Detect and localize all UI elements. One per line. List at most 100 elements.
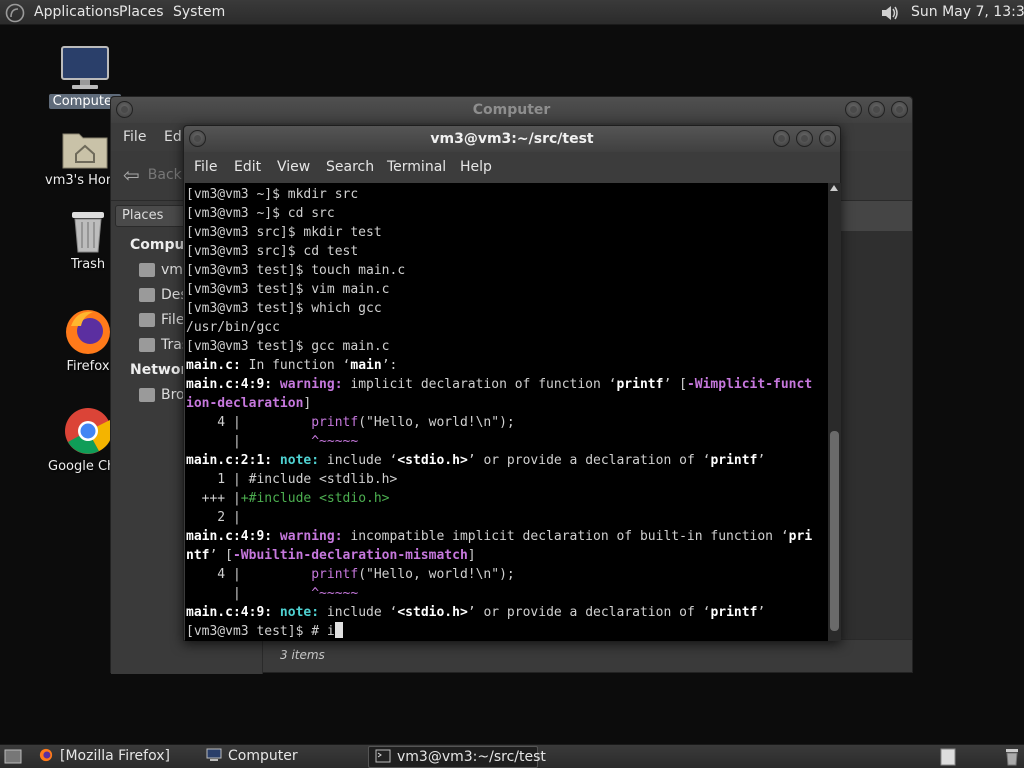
terminal-output[interactable]: [vm3@vm3 ~]$ mkdir src [vm3@vm3 ~]$ cd sr… (185, 183, 828, 641)
home-folder-icon (62, 133, 108, 169)
terminal-line: main.c: In function ‘main’: (186, 356, 812, 375)
terminal-text: implicit declaration of function ‘ (342, 377, 617, 392)
trash-icon (139, 338, 155, 352)
terminal-text: include ‘ (319, 453, 398, 468)
terminal-line: [vm3@vm3 ~]$ cd src (186, 204, 812, 223)
terminal-text: printf (616, 377, 664, 392)
task-label: vm3@vm3:~/src/test (397, 749, 546, 765)
terminal-text: | (186, 434, 312, 449)
task-firefox[interactable]: [Mozilla Firefox] (32, 746, 176, 768)
terminal-text: printf (311, 415, 359, 430)
show-desktop-icon[interactable] (4, 749, 22, 764)
terminal-text: incompatible implicit declaration of bui… (342, 529, 789, 544)
back-button[interactable]: ⇦ Back (123, 163, 182, 187)
term-menu-help[interactable]: Help (460, 159, 492, 175)
monitor-icon (206, 748, 222, 761)
terminal-text: main.c:4:9: (186, 377, 273, 392)
terminal-line: [vm3@vm3 test]$ touch main.c (186, 261, 812, 280)
terminal-text: main.c:2:1: (186, 453, 273, 468)
task-label: Computer (228, 748, 298, 764)
workspace-switcher-icon[interactable] (940, 748, 956, 766)
terminal-line: ion-declaration] (186, 394, 812, 413)
term-menu-terminal[interactable]: Terminal (387, 159, 446, 175)
terminal-text: <stdio.h> (397, 453, 468, 468)
file-manager-title: Computer (472, 102, 551, 118)
back-label: Back (147, 167, 182, 183)
terminal-line: | ^~~~~~ (186, 432, 812, 451)
terminal-line: [vm3@vm3 src]$ mkdir test (186, 223, 812, 242)
term-menu-file[interactable]: File (194, 159, 217, 175)
minimize-button[interactable] (773, 130, 790, 147)
terminal-text: [vm3@vm3 ~]$ cd src (186, 206, 335, 221)
task-computer[interactable]: Computer (200, 746, 304, 768)
status-item-count: 3 items (280, 648, 325, 662)
term-menu-view[interactable]: View (277, 159, 310, 175)
terminal-title: vm3@vm3:~/src/test (430, 131, 594, 147)
terminal-text: warning: (279, 377, 343, 392)
menu-system[interactable]: System (173, 4, 225, 20)
maximize-button[interactable] (796, 130, 813, 147)
terminal-lines: [vm3@vm3 ~]$ mkdir src [vm3@vm3 ~]$ cd sr… (186, 185, 812, 641)
task-terminal[interactable]: vm3@vm3:~/src/test (368, 746, 546, 768)
terminal-text: ] (303, 396, 312, 411)
terminal-text: ’ [ (663, 377, 687, 392)
terminal-line: [vm3@vm3 ~]$ mkdir src (186, 185, 812, 204)
terminal-text: [vm3@vm3 test]$ touch main.c (186, 263, 406, 278)
terminal-text: printf (311, 567, 359, 582)
file-manager-titlebar[interactable]: Computer (111, 97, 912, 123)
terminal-text: ^~~~~~ (311, 586, 359, 601)
firefox-icon (66, 310, 110, 354)
terminal-line: /usr/bin/gcc (186, 318, 812, 337)
scroll-up-arrow-icon[interactable] (830, 185, 838, 191)
clock[interactable]: Sun May 7, 13:33 (911, 4, 1024, 20)
terminal-text: | (186, 586, 312, 601)
terminal-line: main.c:4:9: warning: incompatible implic… (186, 527, 812, 546)
terminal-text: ntf (186, 548, 210, 563)
terminal-text: main (350, 358, 382, 373)
term-menu-edit[interactable]: Edit (234, 159, 261, 175)
terminal-text: warning: (279, 529, 343, 544)
trash-applet-icon[interactable] (1003, 747, 1021, 767)
firefox-icon (39, 748, 53, 762)
file-manager-statusbar: 3 items (264, 639, 912, 672)
terminal-line: [vm3@vm3 test]$ # i (186, 622, 812, 641)
terminal-text: 4 | (186, 415, 312, 430)
terminal-text: +++ | (186, 491, 241, 506)
terminal-text: [vm3@vm3 test]$ vim main.c (186, 282, 390, 297)
terminal-line: | ^~~~~~ (186, 584, 812, 603)
terminal-text: ’ (757, 605, 766, 620)
terminal-text: -Wimplicit-funct (686, 377, 813, 392)
terminal-titlebar[interactable]: vm3@vm3:~/src/test (184, 126, 840, 152)
task-label: [Mozilla Firefox] (60, 748, 170, 764)
fm-menu-file[interactable]: File (123, 129, 146, 145)
volume-icon[interactable] (879, 3, 901, 23)
menu-places[interactable]: Places (119, 4, 164, 20)
terminal-text: main.c: (186, 358, 241, 373)
terminal-line: main.c:2:1: note: include ‘<stdio.h>’ or… (186, 451, 812, 470)
chrome-icon (65, 408, 113, 454)
terminal-text: [vm3@vm3 test]$ # i (186, 624, 335, 639)
os-logo-icon[interactable] (5, 3, 25, 23)
terminal-scrollbar[interactable] (828, 183, 841, 641)
desktop-icon-label: Firefox (66, 359, 110, 374)
terminal-text: 2 | (186, 510, 241, 525)
close-button[interactable] (891, 101, 908, 118)
term-menu-search[interactable]: Search (326, 159, 374, 175)
terminal-text: <stdio.h> (397, 605, 468, 620)
terminal-line: [vm3@vm3 test]$ vim main.c (186, 280, 812, 299)
scrollbar-thumb[interactable] (830, 431, 839, 631)
maximize-button[interactable] (868, 101, 885, 118)
terminal-text: ’: (381, 358, 398, 373)
menu-applications[interactable]: Applications (34, 4, 120, 20)
terminal-text: ion-declaration (186, 396, 304, 411)
terminal-text: ’ or provide a declaration of ‘ (467, 453, 711, 468)
terminal-text: note: (279, 453, 320, 468)
minimize-button[interactable] (845, 101, 862, 118)
terminal-text: pri (788, 529, 813, 544)
home-icon (139, 263, 155, 277)
terminal-text: ’ (757, 453, 766, 468)
close-button[interactable] (819, 130, 836, 147)
terminal-text: ’ or provide a declaration of ‘ (467, 605, 711, 620)
